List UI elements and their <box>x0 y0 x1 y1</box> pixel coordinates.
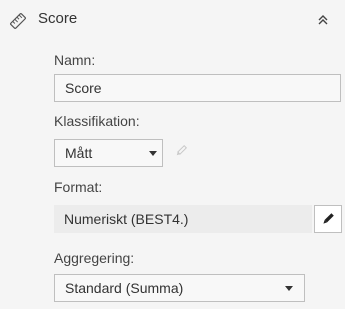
panel-header[interactable]: Score <box>0 0 345 40</box>
format-value: Numeriskt (BEST4.) <box>54 205 312 233</box>
aggregation-select[interactable]: Standard (Summa) <box>54 274 305 302</box>
panel-title: Score <box>38 10 78 27</box>
classification-selected-value: Mått <box>65 145 93 161</box>
name-input[interactable]: Score <box>54 74 341 102</box>
pencil-icon <box>173 143 189 159</box>
format-label: Format: <box>54 179 103 195</box>
ruler-icon <box>9 12 27 30</box>
pencil-icon <box>320 211 336 232</box>
dropdown-arrow-icon <box>149 151 157 156</box>
dropdown-arrow-icon <box>285 286 293 291</box>
chevron-up-double-icon[interactable] <box>315 12 331 28</box>
classification-label: Klassifikation: <box>54 113 140 129</box>
aggregation-label: Aggregering: <box>54 250 135 266</box>
properties-panel: Score Namn: Score Klassifikation: Mått F… <box>0 0 345 309</box>
format-edit-button[interactable] <box>314 205 342 233</box>
classification-select[interactable]: Mått <box>54 139 163 167</box>
aggregation-selected-value: Standard (Summa) <box>65 280 184 296</box>
name-label: Namn: <box>54 52 96 68</box>
